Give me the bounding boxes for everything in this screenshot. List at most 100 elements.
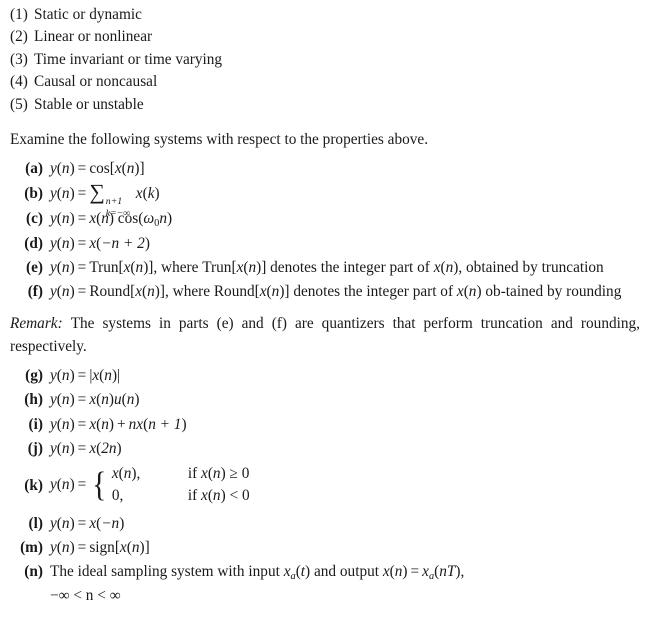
- item-equation-b: y(n) = ∑ n+1 k=−∞ x(k): [50, 181, 646, 219]
- property-item: (1) Static or dynamic: [10, 4, 646, 26]
- item-label-h: (h): [24, 391, 43, 409]
- item-equation-a: y(n) = cos[x(n)]: [50, 160, 145, 178]
- case-condition-2: if x(n) < 0: [187, 486, 250, 504]
- lhs-y: y: [50, 160, 57, 178]
- unit-step-function: u: [113, 391, 122, 409]
- system-item-d: (d) y(n) = x(−n + 2): [10, 232, 646, 255]
- property-text: Static or dynamic: [34, 6, 142, 23]
- property-number: (4): [10, 73, 28, 91]
- equals-sign: =: [77, 539, 87, 557]
- equals-sign: =: [77, 391, 87, 409]
- property-number: (3): [10, 50, 28, 68]
- item-equation-n: The ideal sampling system with input xa(…: [50, 563, 465, 604]
- item-equation-f: y(n) = Round[x(n)], where Round[x(n)] deno…: [50, 282, 622, 300]
- item-equation-c: y(n) = x(n) cos(ω0n): [50, 210, 173, 230]
- summation-symbol: ∑ n+1 k=−∞: [89, 181, 134, 219]
- item-label-e: (e): [26, 258, 43, 276]
- system-item-k: (k) y(n) = { x(n), if x(n) ≥ 0 0, if x(n)…: [10, 463, 646, 507]
- system-item-j: (j) y(n) = x(2n): [10, 437, 646, 460]
- item-label-g: (g): [25, 367, 43, 385]
- system-item-l: (l) y(n) = x(−n): [10, 512, 646, 535]
- instruction-paragraph: Examine the following systems with respe…: [10, 131, 429, 149]
- piecewise-cases: { x(n), if x(n) ≥ 0 0, if x(n) < 0: [91, 463, 250, 507]
- problem-page: (1) Static or dynamic (2) Linear or nonl…: [0, 0, 658, 620]
- item-equation-m: y(n) = sign[x(n)]: [50, 539, 150, 557]
- item-label-d: (d): [24, 234, 43, 252]
- case-row-2: 0, if x(n) < 0: [112, 485, 250, 507]
- system-item-h: (h) y(n) = x(n)u(n): [10, 388, 646, 411]
- item-label-c: (c): [26, 210, 43, 228]
- property-text: Causal or noncausal: [34, 73, 158, 91]
- item-label-a: (a): [25, 160, 43, 178]
- item-label-j: (j): [27, 439, 43, 457]
- item-f-text-1: where: [172, 282, 211, 300]
- argument-expression: 2n: [101, 439, 117, 457]
- item-e-text-3: , obtained by truncation: [458, 258, 604, 276]
- item-equation-k: y(n) = { x(n), if x(n) ≥ 0 0, if x(n) < 0: [50, 463, 646, 507]
- item-f-text-2: denotes the integer part of: [293, 282, 454, 300]
- system-item-i: (i) y(n) = x(n) + nx(n + 1): [10, 413, 646, 436]
- item-e-text-1: where: [161, 258, 199, 276]
- equals-sign: =: [77, 210, 87, 228]
- item-label-m: (m): [20, 539, 43, 557]
- trun-function: Trun: [89, 258, 119, 276]
- property-text: Linear or nonlinear: [34, 28, 153, 46]
- item-n-text-2: and output: [313, 563, 379, 581]
- item-equation-j: y(n) = x(2n): [50, 439, 122, 457]
- equals-sign: =: [77, 160, 87, 178]
- summation-lower-limit: k=−∞: [105, 208, 131, 220]
- item-n-text-1: The ideal sampling system with input: [50, 563, 280, 581]
- system-item-f: (f) y(n) = Round[x(n)], where Round[x(n)] …: [10, 280, 646, 303]
- item-equation-l: y(n) = x(−n): [50, 514, 125, 532]
- system-item-n: (n) The ideal sampling system with input…: [10, 560, 646, 606]
- system-item-a: (a) y(n) = cos[x(n)]: [10, 157, 646, 180]
- property-number: (1): [10, 6, 28, 23]
- system-item-g: (g) y(n) = |x(n)|: [10, 364, 646, 387]
- property-number: (5): [10, 95, 28, 113]
- property-item: (5) Stable or unstable: [10, 94, 646, 116]
- case-row-1: x(n), if x(n) ≥ 0: [112, 463, 250, 485]
- case-condition-1: if x(n) ≥ 0: [187, 464, 250, 482]
- remark-label: Remark:: [10, 315, 63, 333]
- case-value-2: 0,: [111, 486, 124, 504]
- equals-sign: =: [77, 476, 87, 494]
- item-f-text-3: ob-tained by rounding: [485, 282, 622, 300]
- item-equation-i: y(n) = x(n) + nx(n + 1): [50, 415, 187, 433]
- property-text: Stable or unstable: [34, 95, 144, 113]
- remark-paragraph: Remark: The systems in parts (e) and (f)…: [10, 312, 646, 358]
- properties-list: (1) Static or dynamic (2) Linear or nonl…: [10, 4, 646, 116]
- systems-list: (a) y(n) = cos[x(n)] (b) y(n) = ∑ n+1 k=−∞ x(k)…: [10, 157, 646, 303]
- item-equation-d: y(n) = x(−n + 2): [50, 234, 150, 252]
- property-item: (4) Causal or noncausal: [10, 71, 646, 93]
- property-number: (2): [10, 28, 28, 46]
- item-label-i: (i): [28, 415, 43, 433]
- equals-sign: =: [77, 184, 87, 202]
- cos-function: cos: [89, 160, 110, 178]
- item-label-f: (f): [27, 282, 43, 300]
- item-equation-h: y(n) = x(n)u(n): [50, 391, 140, 409]
- system-item-b: (b) y(n) = ∑ n+1 k=−∞ x(k): [10, 181, 646, 219]
- argument-expression: −n: [101, 514, 120, 532]
- plus-sign: +: [116, 415, 126, 433]
- item-equation-g: y(n) = |x(n)|: [50, 367, 121, 385]
- equals-sign: =: [77, 258, 87, 276]
- equals-sign: =: [77, 415, 87, 433]
- case-value-1: x(n),: [111, 464, 141, 482]
- argument-expression: n + 1: [148, 415, 182, 433]
- left-brace: {: [92, 465, 107, 504]
- item-e-text-2: denotes the integer part of: [270, 258, 430, 276]
- sign-function: sign: [89, 539, 115, 557]
- round-function: Round: [89, 282, 131, 300]
- item-label-n: (n): [24, 563, 43, 581]
- equals-sign: =: [77, 234, 87, 252]
- equals-sign: =: [77, 282, 87, 300]
- item-label-b: (b): [24, 184, 43, 202]
- item-label-k: (k): [24, 476, 43, 494]
- equals-sign: =: [77, 439, 87, 457]
- property-item: (2) Linear or nonlinear: [10, 26, 646, 48]
- equals-sign: =: [77, 367, 87, 385]
- property-item: (3) Time invariant or time varying: [10, 49, 646, 71]
- remark-text: The systems in parts (e) and (f) are qua…: [10, 315, 640, 356]
- item-equation-e: y(n) = Trun[x(n)], where Trun[x(n)] denote…: [50, 258, 604, 276]
- xa-of-nT: x: [422, 563, 429, 581]
